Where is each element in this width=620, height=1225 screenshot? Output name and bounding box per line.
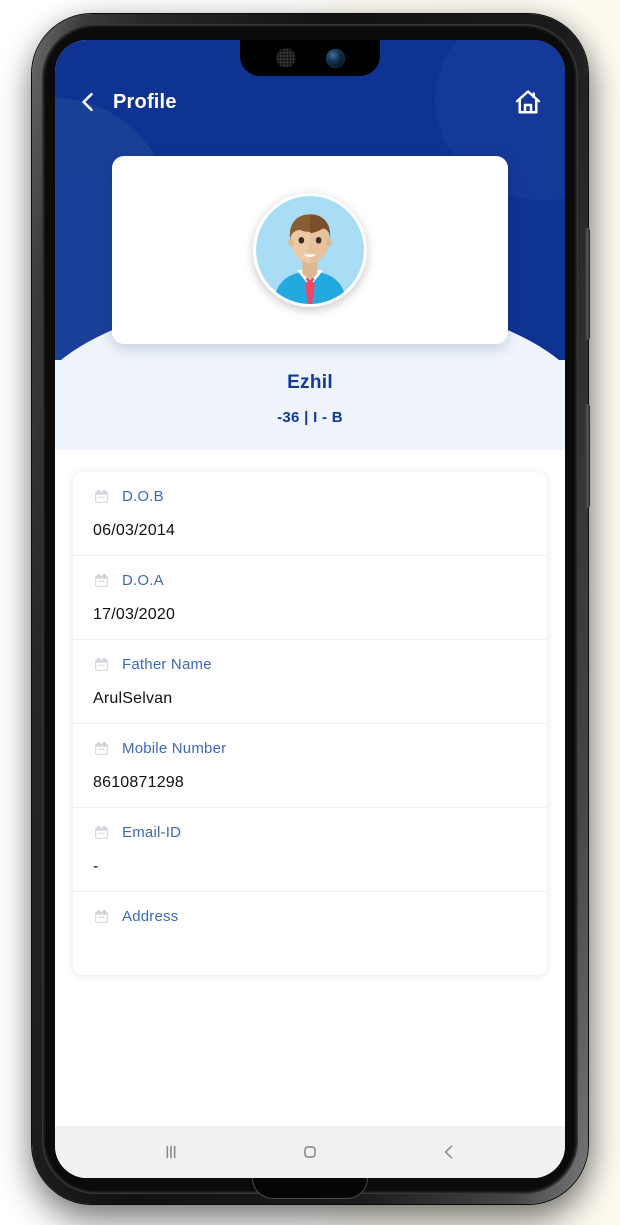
table-row[interactable]: Address — [73, 892, 547, 975]
recents-icon — [166, 1145, 176, 1159]
home-icon — [515, 90, 541, 114]
detail-label: D.O.B — [122, 488, 164, 505]
detail-label: Address — [122, 908, 179, 925]
avatar-card — [112, 156, 508, 344]
detail-header: Father Name — [93, 656, 527, 673]
calendar-icon — [95, 909, 108, 923]
display-notch — [240, 40, 380, 76]
back-button[interactable] — [75, 89, 101, 115]
calendar-icon — [95, 657, 108, 671]
detail-header: Address — [93, 908, 527, 925]
detail-label: Father Name — [122, 656, 212, 673]
calendar-icon — [95, 741, 108, 755]
detail-value — [93, 942, 527, 961]
profile-name: Ezhil — [287, 372, 333, 393]
detail-value: 06/03/2014 — [93, 522, 176, 539]
calendar-icon — [95, 825, 108, 839]
table-row[interactable]: Email-ID - — [73, 808, 547, 892]
table-row[interactable]: Mobile Number 8610871298 — [73, 724, 547, 808]
earpiece-speaker-icon — [275, 48, 296, 68]
calendar-icon — [95, 573, 108, 587]
nav-back-button[interactable] — [425, 1132, 473, 1172]
home-button[interactable] — [511, 85, 545, 119]
back-chevron-icon — [445, 1145, 453, 1159]
detail-label: D.O.A — [122, 572, 164, 589]
page-root: Profile Ezhil -36 | I - B D.O.B 06/03/20… — [0, 0, 620, 1225]
phone-screen: Profile Ezhil -36 | I - B D.O.B 06/03/20… — [55, 40, 565, 1178]
nav-recents-button[interactable] — [147, 1132, 195, 1172]
table-row[interactable]: D.O.A 17/03/2020 — [73, 556, 547, 640]
android-navigation-bar — [55, 1126, 565, 1178]
detail-value: 17/03/2020 — [93, 606, 176, 623]
page-title: Profile — [113, 90, 177, 113]
detail-value: ArulSelvan — [93, 690, 173, 707]
power-button[interactable] — [585, 404, 590, 508]
table-row[interactable]: D.O.B 06/03/2014 — [73, 472, 547, 556]
nav-home-button[interactable] — [286, 1132, 334, 1172]
user-avatar-illustration — [256, 196, 364, 304]
detail-value: - — [93, 858, 99, 875]
calendar-icon — [95, 489, 108, 503]
avatar[interactable] — [253, 193, 367, 307]
details-card: D.O.B 06/03/2014 D.O.A 17/03/2020 Father… — [73, 472, 547, 975]
top-app-bar: Profile — [55, 76, 565, 128]
detail-label: Mobile Number — [122, 740, 227, 757]
volume-button[interactable] — [585, 228, 590, 340]
detail-header: D.O.A — [93, 572, 527, 589]
detail-header: Email-ID — [93, 824, 527, 841]
detail-header: Mobile Number — [93, 740, 527, 757]
front-camera-icon — [325, 48, 345, 68]
table-row[interactable]: Father Name ArulSelvan — [73, 640, 547, 724]
detail-label: Email-ID — [122, 824, 182, 841]
detail-value: 8610871298 — [93, 774, 184, 791]
chevron-left-icon — [82, 92, 93, 112]
profile-subtitle: -36 | I - B — [277, 409, 343, 426]
details-scroll-area[interactable]: D.O.B 06/03/2014 D.O.A 17/03/2020 Father… — [55, 450, 565, 1082]
profile-summary: Ezhil -36 | I - B — [55, 360, 565, 450]
detail-header: D.O.B — [93, 488, 527, 505]
home-square-icon — [304, 1146, 316, 1158]
